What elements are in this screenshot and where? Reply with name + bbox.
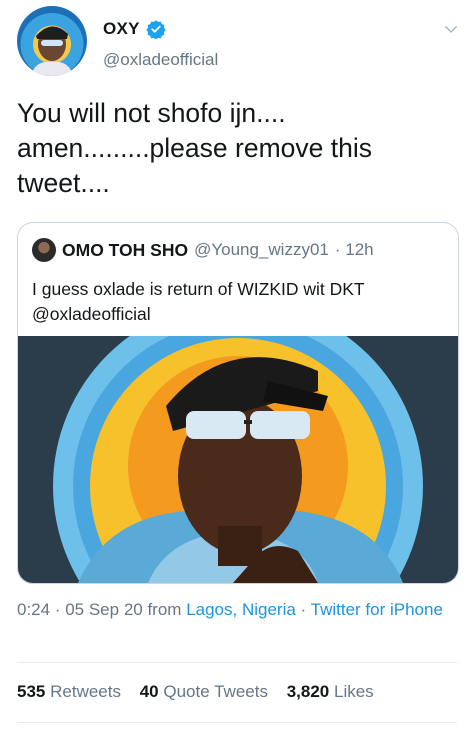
quoted-tweet-time: · 12h (334, 240, 374, 259)
meta-separator: · (300, 600, 307, 619)
tweet-location-link[interactable]: Lagos, Nigeria (186, 600, 296, 619)
retweets-label: Retweets (50, 682, 121, 701)
quoted-tweet-text: I guess oxlade is return of WIZKID wit D… (32, 279, 365, 324)
quote-tweets-label: Quote Tweets (163, 682, 268, 701)
quoted-author-avatar (32, 238, 56, 262)
quoted-author-name: OMO TOH SHO (62, 239, 189, 260)
tweet-date: · 05 Sep 20 from (54, 600, 182, 619)
quoted-tweet-photo[interactable] (18, 336, 458, 583)
tweet-source-link[interactable]: Twitter for iPhone (311, 600, 443, 619)
tweet-time: 0:24 (17, 600, 51, 619)
retweets-stat[interactable]: 535 Retweets (17, 682, 126, 701)
author-name-row: OXY (103, 19, 166, 39)
chevron-down-icon[interactable] (442, 20, 460, 38)
quote-tweets-count: 40 (139, 682, 159, 701)
tweet-header: OXY @oxladeofficial (17, 6, 460, 76)
likes-stat[interactable]: 3,820 Likes (287, 682, 374, 701)
author-handle[interactable]: @oxladeofficial (103, 50, 218, 70)
author-avatar-art (31, 26, 73, 76)
retweets-count: 535 (17, 682, 46, 701)
likes-label: Likes (333, 682, 374, 701)
quoted-tweet-header: OMO TOH SHO @Young_wizzy01 · 12h (32, 237, 448, 263)
tweet-stats: 535 Retweets 40 Quote Tweets 3,820 Likes (17, 682, 388, 702)
quoted-tweet-card[interactable]: OMO TOH SHO @Young_wizzy01 · 12h I guess… (17, 222, 459, 584)
divider-bottom (17, 722, 457, 723)
likes-count: 3,820 (286, 682, 330, 701)
tweet-meta: 0:24 · 05 Sep 20 from Lagos, Nigeria · T… (17, 597, 457, 622)
verified-badge-icon (146, 20, 166, 39)
author-name[interactable]: OXY (103, 19, 140, 39)
quote-tweets-stat[interactable]: 40 Quote Tweets (140, 682, 273, 701)
quoted-author-handle: @Young_wizzy01 (194, 240, 329, 259)
divider-top (17, 662, 457, 663)
author-avatar[interactable] (17, 6, 87, 76)
tweet-text: You will not shofo ijn.... amen.........… (17, 98, 372, 198)
